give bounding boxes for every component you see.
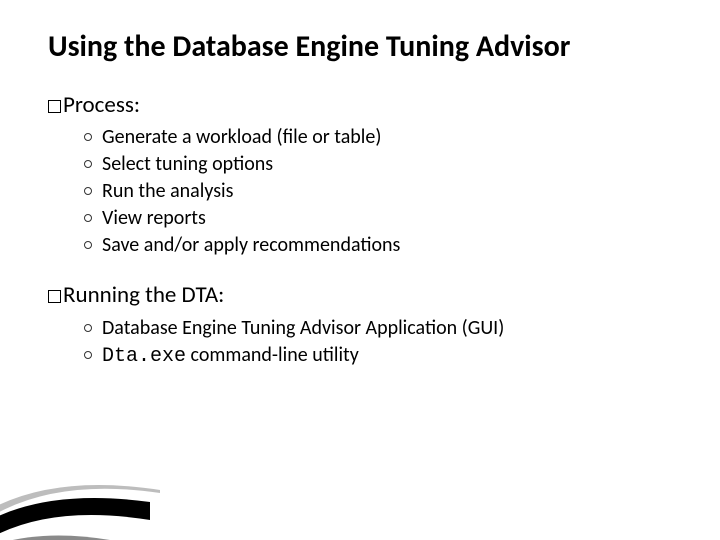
ring-bullet-icon — [84, 351, 92, 359]
list-item: Dta.exe command-line utility — [84, 342, 680, 370]
slide-title: Using the Database Engine Tuning Advisor — [48, 30, 680, 65]
ring-bullet-icon — [84, 241, 92, 249]
running-heading-text: Running the DTA: — [63, 281, 224, 309]
list-item-text: View reports — [102, 206, 206, 230]
process-list: Generate a workload (file or table) Sele… — [48, 124, 680, 259]
list-item: Save and/or apply recommendations — [84, 232, 680, 259]
list-item-text: Save and/or apply recommendations — [102, 233, 400, 257]
list-item: Run the analysis — [84, 178, 680, 205]
swoosh-decoration — [0, 430, 220, 540]
square-bullet-icon — [48, 290, 61, 303]
slide: Using the Database Engine Tuning Advisor… — [0, 0, 720, 540]
list-item-text: Dta.exe command-line utility — [102, 343, 359, 367]
list-item: Database Engine Tuning Advisor Applicati… — [84, 315, 680, 342]
ring-bullet-icon — [84, 324, 92, 332]
process-heading-text: Process: — [63, 91, 140, 119]
list-item-text: Select tuning options — [102, 152, 273, 176]
running-list: Database Engine Tuning Advisor Applicati… — [48, 315, 680, 370]
list-item: Generate a workload (file or table) — [84, 124, 680, 151]
ring-bullet-icon — [84, 160, 92, 168]
list-item-text: Database Engine Tuning Advisor Applicati… — [102, 316, 504, 340]
list-item-text: Run the analysis — [102, 179, 233, 203]
ring-bullet-icon — [84, 133, 92, 141]
ring-bullet-icon — [84, 187, 92, 195]
square-bullet-icon — [48, 100, 61, 113]
process-heading: Process: — [48, 91, 680, 121]
ring-bullet-icon — [84, 214, 92, 222]
list-item: View reports — [84, 205, 680, 232]
list-item: Select tuning options — [84, 151, 680, 178]
list-item-text: Generate a workload (file or table) — [102, 125, 381, 149]
running-heading: Running the DTA: — [48, 281, 680, 311]
